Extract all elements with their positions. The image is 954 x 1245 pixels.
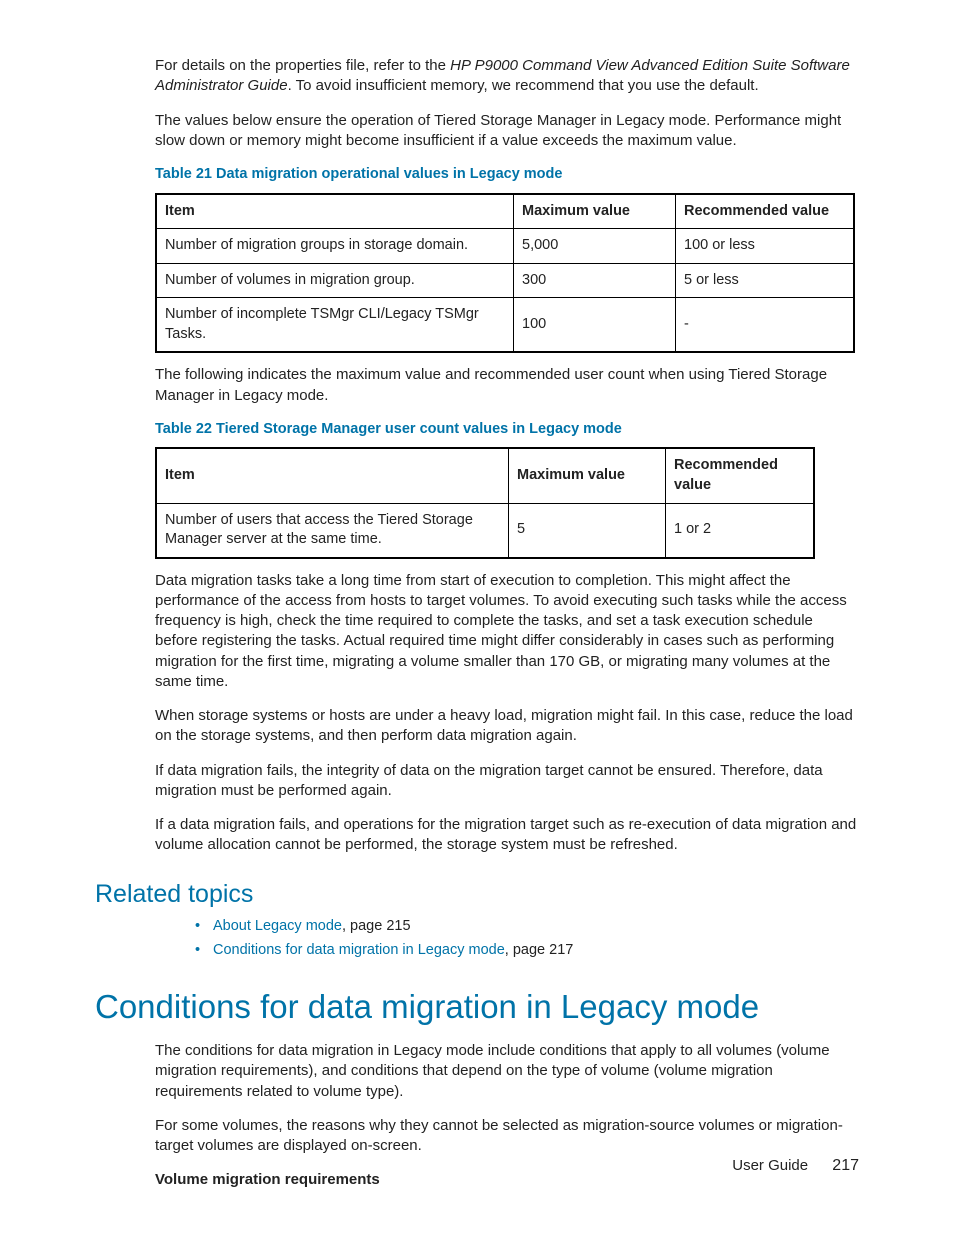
table-21-title: Table 21 Data migration operational valu… bbox=[95, 165, 859, 185]
link-about-legacy-mode[interactable]: About Legacy mode bbox=[213, 918, 342, 934]
paragraph: The conditions for data migration in Leg… bbox=[95, 1041, 859, 1102]
table-header-row: Item Maximum value Recommended value bbox=[156, 448, 814, 503]
cell: Number of volumes in migration group. bbox=[156, 263, 514, 298]
cell: 5,000 bbox=[514, 229, 676, 264]
intro-paragraph-2: The values below ensure the operation of… bbox=[95, 111, 859, 152]
table-row: Number of users that access the Tiered S… bbox=[156, 503, 814, 558]
col-max: Maximum value bbox=[514, 194, 676, 229]
list-item: About Legacy mode, page 215 bbox=[195, 917, 859, 937]
col-max: Maximum value bbox=[509, 448, 666, 503]
paragraph: When storage systems or hosts are under … bbox=[95, 706, 859, 747]
paragraph: If a data migration fails, and operation… bbox=[95, 815, 859, 856]
related-topics-heading: Related topics bbox=[95, 878, 859, 912]
table-header-row: Item Maximum value Recommended value bbox=[156, 194, 854, 229]
page-number: 217 bbox=[832, 1157, 859, 1174]
paragraph: For some volumes, the reasons why they c… bbox=[95, 1116, 859, 1157]
table-22: Item Maximum value Recommended value Num… bbox=[155, 447, 815, 558]
table-row: Number of incomplete TSMgr CLI/Legacy TS… bbox=[156, 298, 854, 353]
cell: Number of incomplete TSMgr CLI/Legacy TS… bbox=[156, 298, 514, 353]
table-row: Number of volumes in migration group. 30… bbox=[156, 263, 854, 298]
table-row: Number of migration groups in storage do… bbox=[156, 229, 854, 264]
table-21: Item Maximum value Recommended value Num… bbox=[155, 193, 855, 354]
cell: - bbox=[676, 298, 855, 353]
paragraph: Data migration tasks take a long time fr… bbox=[95, 571, 859, 693]
cell: 5 or less bbox=[676, 263, 855, 298]
intro-paragraph-1: For details on the properties file, refe… bbox=[95, 56, 859, 97]
cell: 300 bbox=[514, 263, 676, 298]
paragraph: The following indicates the maximum valu… bbox=[95, 365, 859, 406]
section-heading: Conditions for data migration in Legacy … bbox=[95, 985, 859, 1030]
col-item: Item bbox=[156, 448, 509, 503]
text: , page 215 bbox=[342, 918, 411, 934]
cell: Number of migration groups in storage do… bbox=[156, 229, 514, 264]
col-item: Item bbox=[156, 194, 514, 229]
cell: 5 bbox=[509, 503, 666, 558]
cell: 1 or 2 bbox=[666, 503, 815, 558]
list-item: Conditions for data migration in Legacy … bbox=[195, 941, 859, 961]
text: . To avoid insufficient memory, we recom… bbox=[288, 77, 759, 94]
col-rec: Recommended value bbox=[676, 194, 855, 229]
cell: 100 bbox=[514, 298, 676, 353]
page-footer: User Guide 217 bbox=[95, 1155, 859, 1177]
text: , page 217 bbox=[505, 942, 574, 958]
link-conditions-data-migration[interactable]: Conditions for data migration in Legacy … bbox=[213, 942, 505, 958]
related-topics-list: About Legacy mode, page 215 Conditions f… bbox=[95, 917, 859, 960]
col-rec: Recommended value bbox=[666, 448, 815, 503]
footer-label: User Guide bbox=[732, 1157, 808, 1174]
cell: Number of users that access the Tiered S… bbox=[156, 503, 509, 558]
paragraph: If data migration fails, the integrity o… bbox=[95, 761, 859, 802]
table-22-title: Table 22 Tiered Storage Manager user cou… bbox=[95, 420, 859, 440]
text: For details on the properties file, refe… bbox=[155, 57, 450, 74]
cell: 100 or less bbox=[676, 229, 855, 264]
